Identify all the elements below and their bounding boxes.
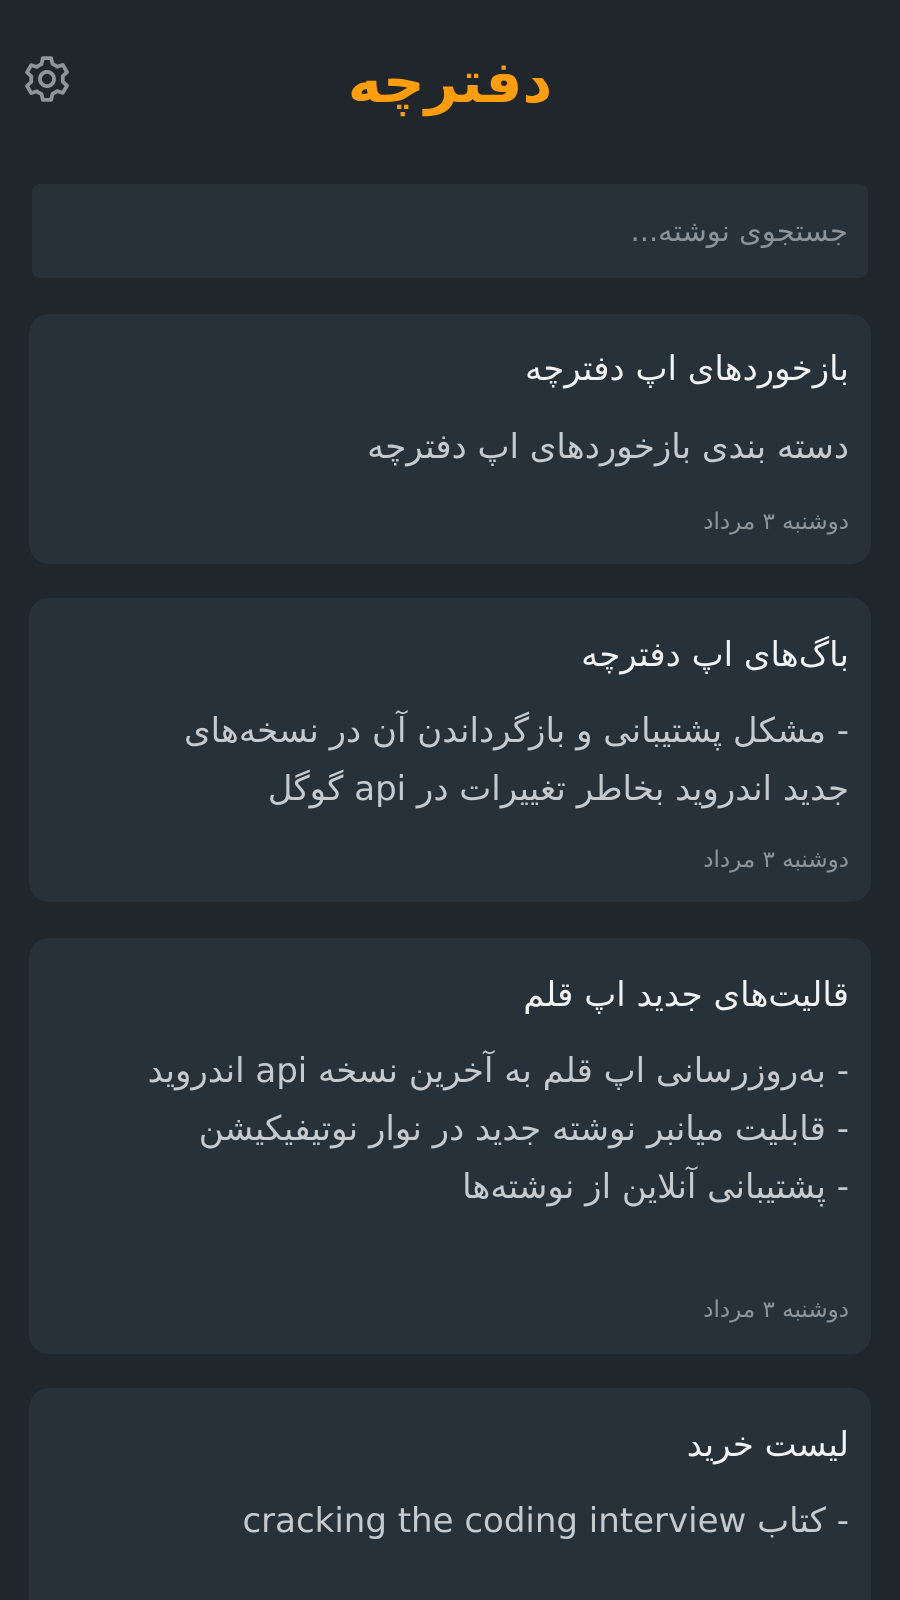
note-line: - کتاب cracking the coding interview — [242, 1501, 849, 1541]
note-date: دوشنبه ۳ مرداد — [703, 1297, 849, 1323]
note-date: دوشنبه ۳ مرداد — [703, 509, 849, 535]
gear-icon — [25, 56, 69, 102]
note-line: - مشکل پشتیبانی و بازگرداندن آن در نسخه‌… — [183, 711, 849, 751]
note-card[interactable]: قالیت‌های جدید اپ قلم - به‌روزرسانی اپ ق… — [29, 938, 871, 1354]
note-body: - مشکل پشتیبانی و بازگرداندن آن در نسخه‌… — [49, 702, 849, 818]
notes-screen: دفترچه بازخوردهای اپ دفترچه دسته بندی با… — [0, 0, 900, 1600]
note-body: دسته بندی بازخوردهای اپ دفترچه — [49, 418, 849, 476]
note-card[interactable]: لیست خرید - کتاب cracking the coding int… — [29, 1388, 871, 1600]
note-title: بازخوردهای اپ دفترچه — [524, 349, 849, 389]
note-title: قالیت‌های جدید اپ قلم — [523, 975, 849, 1015]
note-line: جدید اندروید بخاطر تغییرات در api گوگل — [267, 769, 849, 809]
settings-button[interactable] — [22, 54, 72, 104]
note-title: باگ‌های اپ دفترچه — [581, 635, 849, 675]
note-body: - کتاب cracking the coding interview — [49, 1492, 849, 1550]
note-line: - قابلیت میانبر نوشته جدید در نوار نوتیف… — [198, 1109, 849, 1149]
note-card[interactable]: باگ‌های اپ دفترچه - مشکل پشتیبانی و بازگ… — [29, 598, 871, 902]
app-title: دفترچه — [347, 48, 553, 116]
search-input[interactable] — [32, 184, 868, 278]
note-body: - به‌روزرسانی اپ قلم به آخرین نسخه api ا… — [49, 1042, 849, 1216]
note-title: لیست خرید — [686, 1425, 849, 1465]
note-line: دسته بندی بازخوردهای اپ دفترچه — [367, 427, 849, 467]
note-line: - به‌روزرسانی اپ قلم به آخرین نسخه api ا… — [147, 1051, 849, 1091]
note-line: - پشتیبانی آنلاین از نوشته‌ها — [462, 1167, 849, 1207]
note-date: دوشنبه ۳ مرداد — [703, 847, 849, 873]
note-card[interactable]: بازخوردهای اپ دفترچه دسته بندی بازخوردها… — [29, 314, 871, 564]
